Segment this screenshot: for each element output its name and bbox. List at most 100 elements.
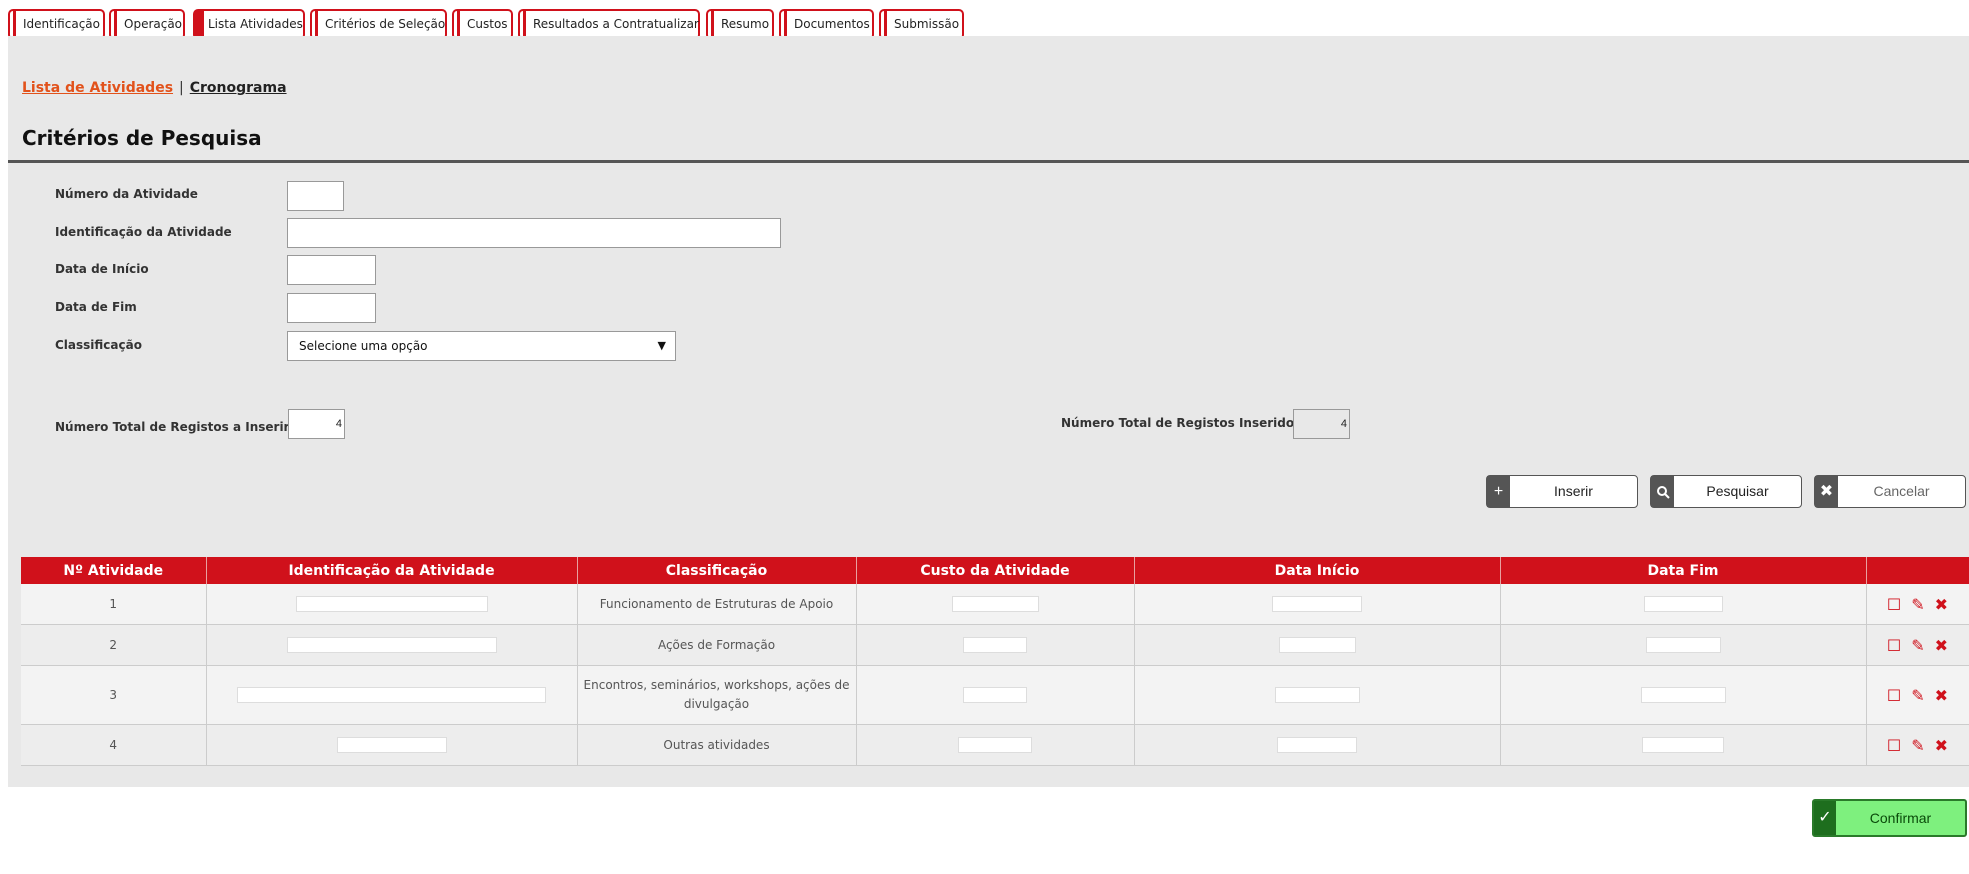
header-numero[interactable]: Nº Atividade <box>21 557 207 584</box>
confirmar-button[interactable]: ✓ Confirmar <box>1812 799 1967 837</box>
pesquisar-button[interactable]: Pesquisar <box>1650 475 1802 508</box>
classificacao-select-value: Selecione uma opção <box>299 339 428 353</box>
redacted-value <box>237 687 546 703</box>
cell-numero: 4 <box>21 724 207 766</box>
delete-icon[interactable]: ✖ <box>1935 686 1948 705</box>
inserir-button[interactable]: + Inserir <box>1486 475 1638 508</box>
total-inseridos-field: 4 <box>1293 409 1350 439</box>
cancelar-button[interactable]: ✖ Cancelar <box>1814 475 1966 508</box>
redacted-value <box>1642 737 1724 753</box>
cell-data-inicio <box>1134 624 1501 666</box>
cell-classificacao: Funcionamento de Estruturas de Apoio <box>577 584 857 625</box>
cell-classificacao: Outras atividades <box>577 724 857 766</box>
tab-label: Submissão <box>894 17 960 31</box>
section-title: Critérios de Pesquisa <box>22 126 262 150</box>
cell-data-fim <box>1500 724 1867 766</box>
tab-label: Documentos <box>794 17 870 31</box>
cell-custo <box>856 665 1135 725</box>
cell-data-inicio <box>1134 724 1501 766</box>
header-custo[interactable]: Custo da Atividade <box>856 557 1135 584</box>
view-icon[interactable]: ☐ <box>1887 686 1901 705</box>
table-row: 4 Outras atividades ☐ ✎ ✖ <box>21 724 1969 766</box>
table-row: 3 Encontros, seminários, workshops, açõe… <box>21 665 1969 725</box>
redacted-value <box>1640 687 1726 703</box>
table-row: 2 Ações de Formação ☐ ✎ ✖ <box>21 624 1969 666</box>
data-inicio-label: Data de Início <box>55 262 149 276</box>
cell-identificacao <box>206 584 578 625</box>
checkmark-icon: ✓ <box>1814 801 1836 835</box>
total-inseridos-label: Número Total de Registos Inseridos: <box>1061 416 1307 430</box>
redacted-value <box>1645 637 1721 653</box>
cell-identificacao <box>206 724 578 766</box>
delete-icon[interactable]: ✖ <box>1935 736 1948 755</box>
search-icon <box>1651 476 1674 507</box>
sub-navigation: Lista de Atividades | Cronograma <box>22 80 287 96</box>
header-data-inicio[interactable]: Data Início <box>1134 557 1501 584</box>
row-actions: ☐ ✎ ✖ <box>1866 584 1969 625</box>
cell-numero: 2 <box>21 624 207 666</box>
redacted-value <box>336 737 447 753</box>
cell-numero: 1 <box>21 584 207 625</box>
cell-custo <box>856 624 1135 666</box>
row-actions: ☐ ✎ ✖ <box>1866 624 1969 666</box>
redacted-value <box>286 637 497 653</box>
cell-custo <box>856 724 1135 766</box>
tab-label: Lista Atividades <box>208 17 303 31</box>
link-cronograma[interactable]: Cronograma <box>190 80 287 96</box>
classificacao-label: Classificação <box>55 338 142 352</box>
view-icon[interactable]: ☐ <box>1887 636 1901 655</box>
view-icon[interactable]: ☐ <box>1887 736 1901 755</box>
redacted-value <box>1272 596 1362 612</box>
delete-icon[interactable]: ✖ <box>1935 636 1948 655</box>
section-divider <box>8 160 1969 163</box>
redacted-value <box>958 737 1032 753</box>
cell-data-fim <box>1500 665 1867 725</box>
cell-identificacao <box>206 624 578 666</box>
table-header-row: Nº Atividade Identificação da Atividade … <box>21 557 1969 584</box>
edit-icon[interactable]: ✎ <box>1911 595 1924 614</box>
identificacao-input[interactable] <box>287 218 781 248</box>
cell-data-inicio <box>1134 665 1501 725</box>
tab-label: Identificação <box>23 17 100 31</box>
header-identificacao[interactable]: Identificação da Atividade <box>206 557 578 584</box>
redacted-value <box>951 596 1039 612</box>
identificacao-label: Identificação da Atividade <box>55 225 232 239</box>
close-icon: ✖ <box>1815 476 1838 507</box>
delete-icon[interactable]: ✖ <box>1935 595 1948 614</box>
header-classificacao[interactable]: Classificação <box>577 557 857 584</box>
separator: | <box>179 80 184 96</box>
tab-label: Operação <box>124 17 183 31</box>
atividades-table: Nº Atividade Identificação da Atividade … <box>21 557 1969 766</box>
edit-icon[interactable]: ✎ <box>1911 736 1924 755</box>
confirmar-button-label: Confirmar <box>1869 810 1932 826</box>
total-inserir-input[interactable]: 4 <box>288 409 345 439</box>
cell-numero: 3 <box>21 665 207 725</box>
total-inserir-label-text: Número Total de Registos a Inserir: <box>55 420 295 434</box>
cell-data-fim <box>1500 584 1867 625</box>
numero-input[interactable] <box>287 181 344 211</box>
redacted-value <box>1274 687 1360 703</box>
row-actions: ☐ ✎ ✖ <box>1866 724 1969 766</box>
header-data-fim[interactable]: Data Fim <box>1500 557 1867 584</box>
cell-classificacao: Encontros, seminários, workshops, ações … <box>577 665 857 725</box>
numero-label: Número da Atividade <box>55 187 198 201</box>
classificacao-select[interactable]: Selecione uma opção ▼ <box>287 331 676 361</box>
redacted-value <box>295 596 488 612</box>
redacted-value <box>963 687 1027 703</box>
redacted-value <box>1278 637 1356 653</box>
cell-identificacao <box>206 665 578 725</box>
tab-label: Critérios de Seleção <box>325 17 446 31</box>
view-icon[interactable]: ☐ <box>1887 595 1901 614</box>
edit-icon[interactable]: ✎ <box>1911 686 1924 705</box>
data-inicio-input[interactable] <box>287 255 376 285</box>
redacted-value <box>1277 737 1357 753</box>
edit-icon[interactable]: ✎ <box>1911 636 1924 655</box>
row-actions: ☐ ✎ ✖ <box>1866 665 1969 725</box>
total-inserir-label: Número Total de Registos a Inserir: * <box>55 416 307 435</box>
redacted-value <box>1643 596 1723 612</box>
link-lista-atividades[interactable]: Lista de Atividades <box>22 80 173 96</box>
plus-icon: + <box>1487 476 1510 507</box>
tab-label: Custos <box>467 17 508 31</box>
data-fim-input[interactable] <box>287 293 376 323</box>
table-row: 1 Funcionamento de Estruturas de Apoio ☐… <box>21 584 1969 625</box>
